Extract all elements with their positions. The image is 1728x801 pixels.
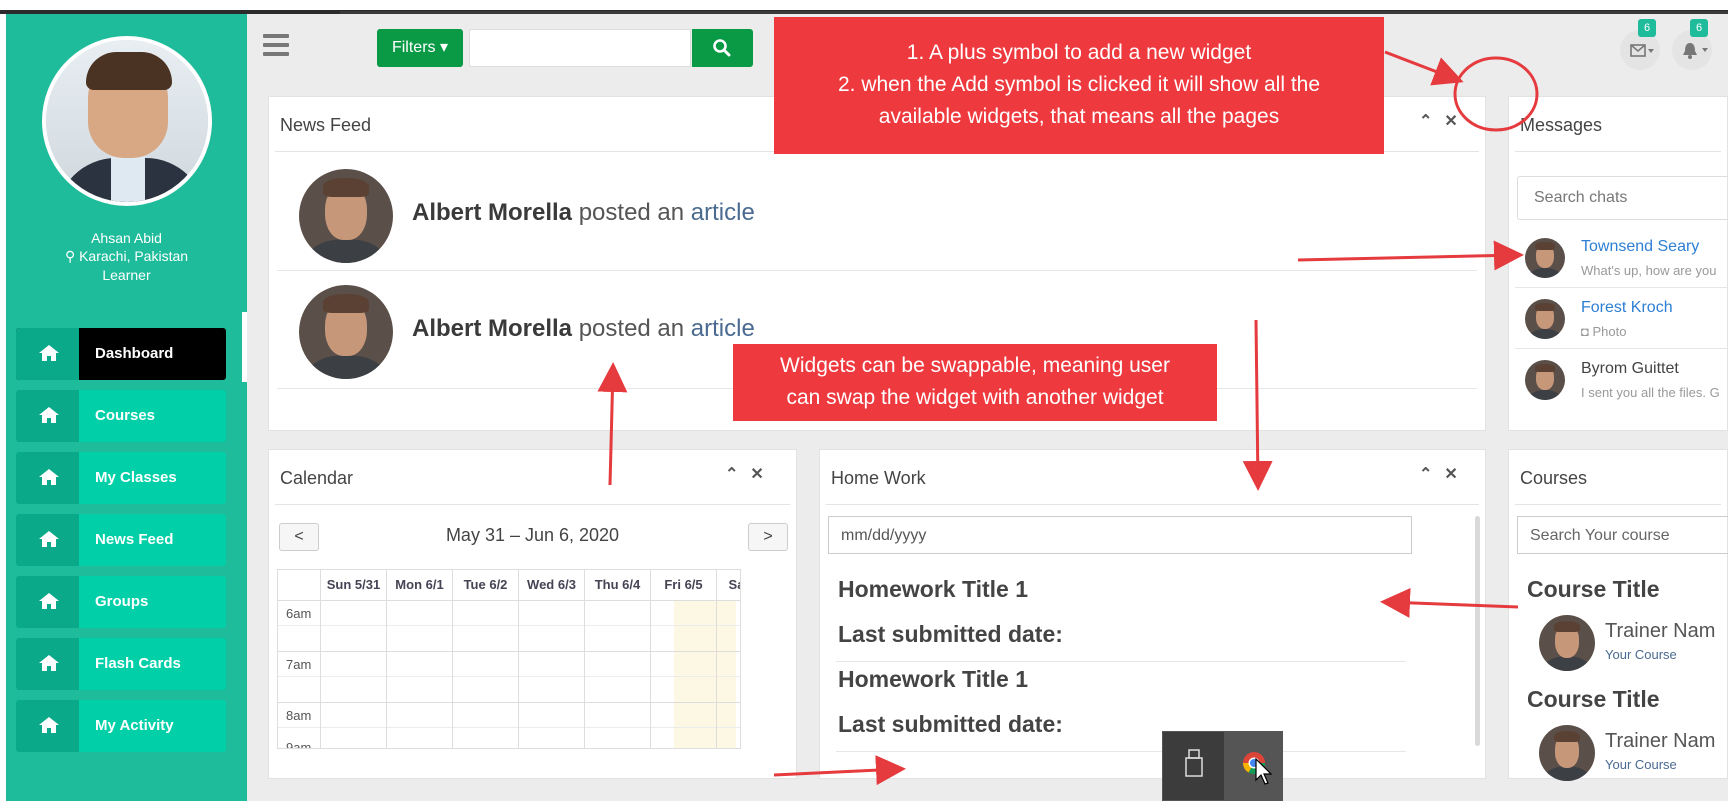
annotation-arrow — [1242, 319, 1273, 491]
annotation-arrows — [597, 50, 1539, 786]
annotation-arrow — [1380, 587, 1519, 618]
annotation-arrow — [597, 362, 628, 486]
annotation-arrow — [773, 755, 906, 786]
cursor-icon — [1255, 758, 1273, 785]
annotation-circle — [1453, 56, 1539, 132]
annotation-arrow — [1297, 240, 1524, 271]
usb-drive-icon[interactable] — [1183, 748, 1205, 778]
annotation-arrow — [1384, 50, 1464, 86]
taskbar-popup — [1162, 731, 1283, 801]
